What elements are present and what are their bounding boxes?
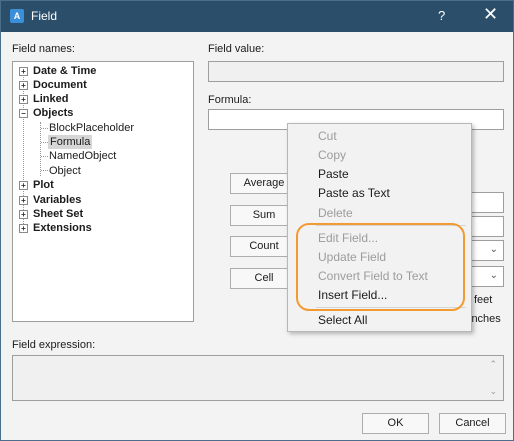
window-title: Field (31, 9, 58, 23)
menu-item-paste[interactable]: Paste (318, 165, 349, 183)
title-bar: A Field ? ✕ (1, 1, 513, 32)
menu-item-copy[interactable]: Copy (318, 146, 346, 164)
tree-item-label: Date & Time (33, 65, 97, 77)
tree-connector (41, 128, 48, 129)
cancel-button[interactable]: Cancel (439, 413, 506, 434)
tree-item-label: Objects (33, 107, 74, 119)
tree-item-label: Sheet Set (33, 208, 84, 220)
highlight-annotation (296, 223, 465, 311)
chevron-down-icon: ⌄ (489, 270, 498, 281)
expand-icon[interactable]: + (19, 67, 28, 76)
menu-item-delete[interactable]: Delete (318, 204, 353, 222)
field-expression-textarea[interactable]: ⌃ ⌄ (12, 355, 504, 401)
scroll-up-icon[interactable]: ⌃ (489, 359, 497, 370)
expand-icon[interactable]: + (19, 181, 28, 190)
field-value-input[interactable] (208, 61, 504, 82)
tree-item-blockplaceholder[interactable]: BlockPlaceholder (49, 121, 134, 135)
feet-label: feet (474, 294, 493, 306)
field-expression-label: Field expression: (12, 339, 96, 351)
expand-icon[interactable]: + (19, 81, 28, 90)
field-names-label: Field names: (12, 43, 75, 55)
menu-item-paste-as-text[interactable]: Paste as Text (318, 184, 390, 202)
expand-icon[interactable]: + (19, 210, 28, 219)
ok-button[interactable]: OK (362, 413, 429, 434)
help-button[interactable]: ? (438, 8, 445, 23)
tree-item-label: Linked (33, 93, 69, 105)
tree-item-label: Plot (33, 179, 54, 191)
menu-item-cut[interactable]: Cut (318, 127, 337, 145)
inches-label: inches (469, 313, 501, 325)
tree-connector (40, 122, 41, 176)
close-button[interactable]: ✕ (483, 4, 498, 25)
formula-label: Formula: (208, 94, 252, 106)
app-icon: A (10, 9, 24, 23)
field-value-label: Field value: (208, 43, 265, 55)
tree-item-namedobject[interactable]: NamedObject (49, 149, 116, 163)
field-names-tree[interactable]: + Date & Time + Document + Linked − Obje… (12, 61, 194, 322)
scroll-down-icon[interactable]: ⌄ (489, 386, 497, 397)
tree-connector (41, 156, 48, 157)
menu-item-select-all[interactable]: Select All (318, 311, 367, 329)
field-dialog: A Field ? ✕ Field names: Field value: Fo… (0, 0, 514, 441)
tree-item-formula[interactable]: Formula (48, 135, 93, 149)
expand-icon[interactable]: + (19, 224, 28, 233)
tree-connector (41, 170, 48, 171)
tree-item-label: Variables (33, 194, 82, 206)
tree-item-object[interactable]: Object (49, 164, 81, 178)
chevron-down-icon: ⌄ (489, 244, 498, 255)
collapse-icon[interactable]: − (19, 109, 28, 118)
expand-icon[interactable]: + (19, 196, 28, 205)
tree-item-label: Document (33, 79, 87, 91)
expand-icon[interactable]: + (19, 95, 28, 104)
tree-item-label: Extensions (33, 222, 92, 234)
tree-connector (41, 142, 48, 143)
